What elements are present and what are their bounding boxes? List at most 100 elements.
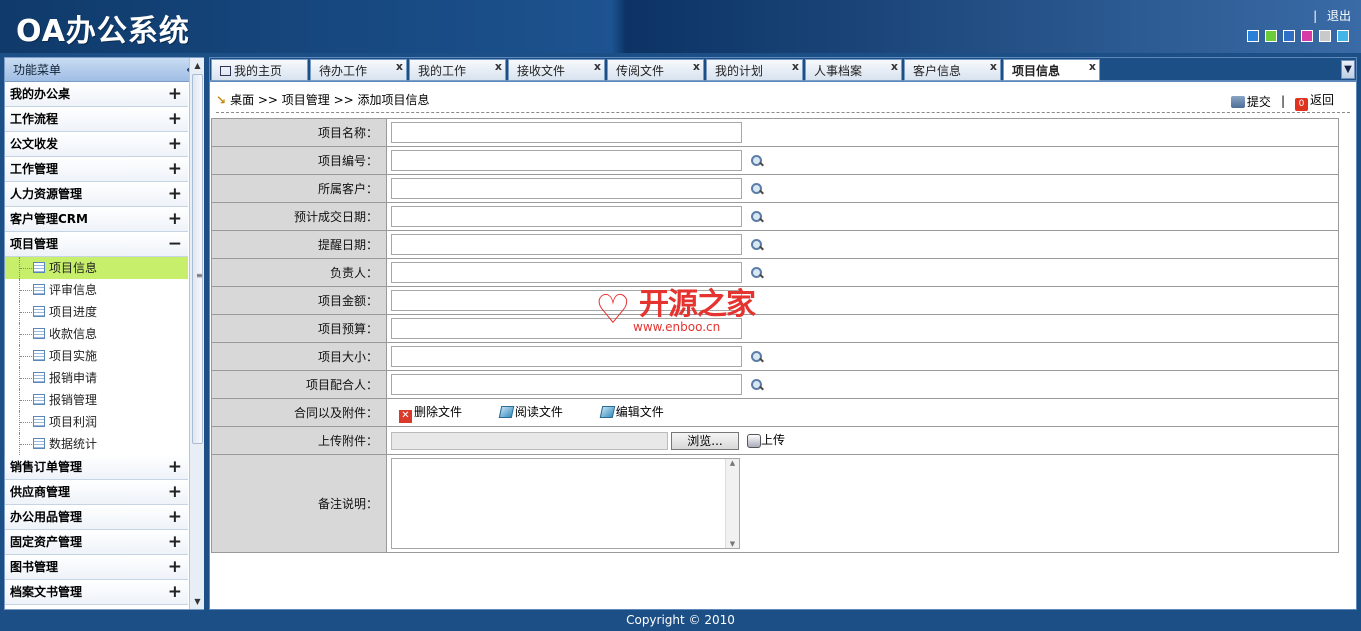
close-icon[interactable]: x	[891, 56, 898, 78]
book-icon	[498, 405, 515, 418]
submit-button[interactable]: 提交	[1230, 93, 1271, 110]
menu-group[interactable]: 工作管理 +	[5, 157, 188, 182]
menu-item[interactable]: 评审信息	[5, 279, 188, 301]
skin-swatch[interactable]	[1265, 30, 1277, 42]
search-icon[interactable]	[750, 378, 764, 392]
expand-icon[interactable]: +	[168, 132, 182, 156]
menu-item[interactable]: 报销管理	[5, 389, 188, 411]
back-button[interactable]: 0 返回	[1294, 91, 1334, 111]
partner-input[interactable]	[391, 374, 742, 395]
tab[interactable]: 待办工作 x	[310, 59, 407, 81]
close-icon[interactable]: x	[495, 56, 502, 78]
tab[interactable]: 人事档案 x	[805, 59, 902, 81]
tab-label: 我的工作	[418, 64, 467, 78]
amount-input[interactable]	[391, 290, 742, 311]
close-icon[interactable]: x	[990, 56, 997, 78]
tab-more-icon[interactable]: ▼	[1341, 60, 1355, 79]
remark-textarea[interactable]: ▲ ▼	[391, 458, 740, 549]
skin-swatch[interactable]	[1301, 30, 1313, 42]
upload-button[interactable]: 上传	[761, 433, 785, 447]
collapse-icon[interactable]: −	[168, 232, 182, 256]
search-icon[interactable]	[750, 182, 764, 196]
menu-item[interactable]: 项目实施	[5, 345, 188, 367]
expand-icon[interactable]: +	[168, 555, 182, 579]
expand-icon[interactable]: +	[168, 207, 182, 231]
skin-swatch[interactable]	[1319, 30, 1331, 42]
search-icon[interactable]	[750, 266, 764, 280]
project-code-input[interactable]	[391, 150, 742, 171]
grip-icon: ≡	[196, 271, 203, 280]
menu-group[interactable]: 供应商管理 +	[5, 480, 188, 505]
close-icon[interactable]: x	[792, 56, 799, 78]
logout-link[interactable]: 退出	[1327, 9, 1351, 23]
tab[interactable]: 传阅文件 x	[607, 59, 704, 81]
tab[interactable]: 我的计划 x	[706, 59, 803, 81]
expand-icon[interactable]: +	[168, 157, 182, 181]
code-label: 项目编号：	[211, 146, 387, 175]
menu-item[interactable]: 项目进度	[5, 301, 188, 323]
menu-group[interactable]: 人力资源管理 +	[5, 182, 188, 207]
delete-file-button[interactable]: ✕ 删除文件	[399, 403, 462, 423]
skin-switcher	[1247, 30, 1349, 42]
menu-group[interactable]: 固定资产管理 +	[5, 530, 188, 555]
skin-swatch[interactable]	[1247, 30, 1259, 42]
search-icon[interactable]	[750, 210, 764, 224]
owner-input[interactable]	[391, 262, 742, 283]
close-icon[interactable]: x	[693, 56, 700, 78]
expand-icon[interactable]: +	[168, 455, 182, 479]
menu-group[interactable]: 我的办公桌 +	[5, 82, 188, 107]
expand-icon[interactable]: +	[168, 580, 182, 604]
tab[interactable]: 项目信息 x	[1003, 59, 1100, 81]
scroll-thumb[interactable]: ≡	[192, 74, 203, 444]
name-label: 项目名称：	[211, 118, 387, 147]
menu-group[interactable]: 销售订单管理 +	[5, 455, 188, 480]
read-file-button[interactable]: 阅读文件	[498, 403, 563, 420]
expand-icon[interactable]: +	[168, 530, 182, 554]
menu-group[interactable]: 图书管理 +	[5, 555, 188, 580]
expand-icon[interactable]: +	[168, 505, 182, 529]
project-name-input[interactable]	[391, 122, 742, 143]
close-icon[interactable]: x	[396, 56, 403, 78]
submit-label: 提交	[1246, 94, 1271, 109]
close-icon[interactable]: x	[1089, 56, 1096, 78]
menu-group[interactable]: 公文收发 +	[5, 132, 188, 157]
upload-file-field[interactable]	[391, 431, 668, 450]
expand-icon[interactable]: +	[168, 82, 182, 106]
tab[interactable]: 客户信息 x	[904, 59, 1001, 81]
skin-swatch[interactable]	[1337, 30, 1349, 42]
customer-input[interactable]	[391, 178, 742, 199]
menu-item[interactable]: 收款信息	[5, 323, 188, 345]
menu-item[interactable]: 数据统计	[5, 433, 188, 455]
scroll-down-icon[interactable]: ▼	[190, 594, 205, 609]
edit-file-button[interactable]: 编辑文件	[599, 403, 664, 420]
menu-group[interactable]: 档案文书管理 +	[5, 580, 188, 605]
menu-group[interactable]: 项目管理 −	[5, 232, 188, 257]
sidebar-scrollbar[interactable]: ▲ ≡ ▼	[189, 58, 204, 609]
menu-group[interactable]: 办公用品管理 +	[5, 505, 188, 530]
budget-input[interactable]	[391, 318, 742, 339]
search-icon[interactable]	[750, 154, 764, 168]
tab[interactable]: 我的工作 x	[409, 59, 506, 81]
menu-item[interactable]: 报销申请	[5, 367, 188, 389]
skin-swatch[interactable]	[1283, 30, 1295, 42]
close-icon[interactable]: x	[594, 56, 601, 78]
browse-button[interactable]: 浏览...	[671, 431, 739, 450]
search-icon[interactable]	[750, 238, 764, 252]
upload-icon[interactable]	[747, 433, 761, 448]
remind-date-input[interactable]	[391, 234, 742, 255]
tab[interactable]: 接收文件 x	[508, 59, 605, 81]
search-icon[interactable]	[750, 350, 764, 364]
expand-icon[interactable]: +	[168, 182, 182, 206]
textarea-scrollbar[interactable]: ▲ ▼	[725, 459, 739, 548]
scroll-up-icon[interactable]: ▲	[190, 58, 205, 73]
expand-icon[interactable]: +	[168, 107, 182, 131]
menu-group[interactable]: 客户管理CRM +	[5, 207, 188, 232]
return-icon: 0	[1294, 98, 1308, 111]
tab[interactable]: 我的主页	[211, 59, 308, 81]
deal-date-input[interactable]	[391, 206, 742, 227]
size-input[interactable]	[391, 346, 742, 367]
expand-icon[interactable]: +	[168, 480, 182, 504]
menu-item[interactable]: 项目信息	[5, 257, 188, 279]
menu-group[interactable]: 工作流程 +	[5, 107, 188, 132]
menu-item[interactable]: 项目利润	[5, 411, 188, 433]
